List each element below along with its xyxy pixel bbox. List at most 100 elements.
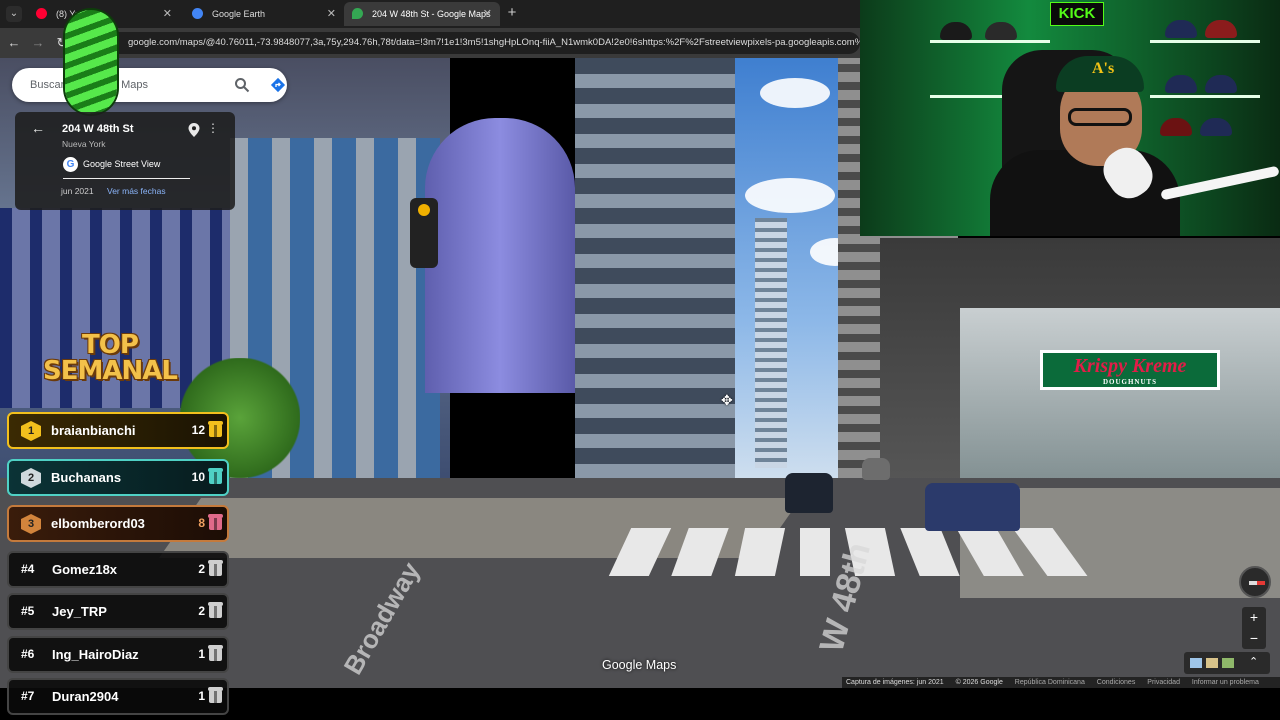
maps-pin-icon: [352, 8, 363, 19]
compass-needle: [1249, 581, 1265, 585]
imagery-thumbnails[interactable]: ⌃: [1184, 652, 1270, 674]
ranking-name: Buchanans: [51, 470, 122, 485]
cap: [1205, 20, 1237, 38]
maps-footer: Captura de imágenes: jun 2021 © 2026 Goo…: [842, 677, 1280, 688]
ranking-count: 1: [198, 647, 205, 661]
rank-badge: 1: [21, 421, 41, 441]
new-tab-button[interactable]: +: [504, 3, 520, 23]
rank-position: #5: [21, 604, 35, 618]
compass-icon[interactable]: [1239, 566, 1271, 598]
shelf: [1150, 40, 1260, 43]
footer-privacy[interactable]: Privacidad: [1147, 679, 1180, 686]
gift-icon: [208, 645, 223, 661]
footer-region[interactable]: República Dominicana: [1015, 679, 1085, 686]
thumbnail[interactable]: [1222, 658, 1234, 668]
ranking-count: 2: [198, 604, 205, 618]
ranking-count: 2: [198, 562, 205, 576]
cloud: [745, 178, 835, 213]
close-tab-icon[interactable]: ✕: [483, 2, 492, 26]
gift-icon: [208, 687, 223, 703]
tab-google-maps[interactable]: 204 W 48th St - Google Maps ✕: [344, 2, 500, 26]
youtube-icon: [36, 8, 47, 19]
cap: [985, 22, 1017, 40]
more-options-icon[interactable]: ⋮: [207, 121, 219, 135]
glasses: [1068, 108, 1132, 126]
place-info-card: ← 204 W 48th St Nueva York ⋮ G Google St…: [15, 112, 235, 210]
rank-badge: 3: [21, 514, 41, 534]
cap-logo: A's: [1092, 60, 1115, 77]
ranking-name: braianbianchi: [51, 423, 136, 438]
footer-terms[interactable]: Condiciones: [1097, 679, 1136, 686]
divider: [63, 178, 190, 179]
ranking-name: Ing_HairoDiaz: [52, 647, 139, 662]
rank-position: #7: [21, 689, 35, 703]
zoom-control: + −: [1242, 607, 1266, 649]
tab-label: 204 W 48th St - Google Maps: [372, 9, 491, 19]
cap: [1165, 75, 1197, 93]
cap: [940, 22, 972, 40]
crosswalk-stripe: [800, 528, 830, 576]
car: [785, 473, 833, 513]
back-arrow-icon[interactable]: ←: [31, 120, 45, 136]
chevron-up-icon[interactable]: ⌃: [1249, 655, 1261, 668]
ranking-row: #6 Ing_HairoDiaz 1: [7, 636, 229, 673]
google-maps-brand: Google Maps: [602, 658, 677, 672]
shelf: [1150, 95, 1260, 98]
gift-icon: [208, 514, 223, 530]
storefront: [960, 308, 1280, 498]
ranking-title: TOP SEMANAL: [43, 330, 178, 386]
forward-arrow-icon[interactable]: →: [29, 34, 47, 52]
kick-sign: KICK: [1050, 2, 1104, 26]
location-pin-icon[interactable]: [188, 123, 200, 137]
address-bar-row: ← → ↻ google.com/maps/@40.76011,-73.9848…: [0, 28, 860, 58]
cloud: [760, 78, 830, 108]
gift-icon: [208, 560, 223, 576]
place-title: 204 W 48th St: [62, 123, 134, 135]
ranking-row: #4 Gomez18x 2: [7, 551, 229, 588]
zoom-in-button[interactable]: +: [1242, 607, 1266, 628]
more-dates-link[interactable]: Ver más fechas: [107, 186, 166, 196]
screen: Krispy Kreme DOUGHNUTS W 48th Broadway ✥…: [0, 0, 1280, 720]
cap: [1160, 118, 1192, 136]
footer-report[interactable]: Informar un problema: [1192, 679, 1259, 686]
search-icon[interactable]: [234, 77, 250, 93]
gift-icon: [208, 468, 223, 484]
gift-icon: [208, 421, 223, 437]
cap: [1165, 20, 1197, 38]
thumbnail[interactable]: [1190, 658, 1202, 668]
tab-search-button[interactable]: ⌄: [6, 6, 22, 22]
directions-icon[interactable]: [270, 77, 286, 93]
ranking-row: 2 Buchanans 10: [7, 459, 229, 496]
close-tab-icon[interactable]: ✕: [163, 2, 172, 26]
close-tab-icon[interactable]: ✕: [327, 2, 336, 26]
cylinder-screen: [425, 118, 575, 393]
ranking-count: 12: [191, 423, 205, 437]
maps-search-box[interactable]: Buscar en Google Maps: [12, 68, 287, 102]
ranking-row: #7 Duran2904 1: [7, 678, 229, 715]
place-subtitle: Nueva York: [62, 139, 106, 149]
distant-tower: [755, 218, 787, 468]
footer-copyright: © 2026 Google: [955, 679, 1003, 686]
mic-arm: [1160, 165, 1280, 201]
move-cursor-icon: ✥: [721, 392, 733, 408]
capture-date: jun 2021: [61, 186, 94, 196]
webcam-overlay: KICK A's: [860, 0, 1280, 236]
building-center: [575, 58, 735, 478]
zoom-out-button[interactable]: −: [1242, 628, 1266, 649]
car: [925, 483, 1020, 531]
back-arrow-icon[interactable]: ←: [5, 34, 23, 52]
ranking-count: 8: [198, 516, 205, 530]
thumbnail[interactable]: [1206, 658, 1218, 668]
ranking-name: Gomez18x: [52, 562, 118, 577]
krispy-kreme-sign: Krispy Kreme DOUGHNUTS: [1040, 350, 1220, 390]
earth-icon: [192, 8, 203, 19]
tab-google-earth[interactable]: Google Earth ✕: [184, 2, 344, 26]
ranking-name: Jey_TRP: [52, 604, 107, 619]
street-view-source[interactable]: G Google Street View: [63, 155, 160, 173]
footer-capture: Captura de imágenes: jun 2021: [846, 679, 944, 686]
ranking-count: 1: [198, 689, 205, 703]
ranking-row: 3 elbomberord03 8: [7, 505, 229, 542]
url-field[interactable]: google.com/maps/@40.76011,-73.9848077,3a…: [78, 32, 860, 54]
gift-icon: [208, 602, 223, 618]
tab-label: Google Earth: [212, 9, 266, 19]
